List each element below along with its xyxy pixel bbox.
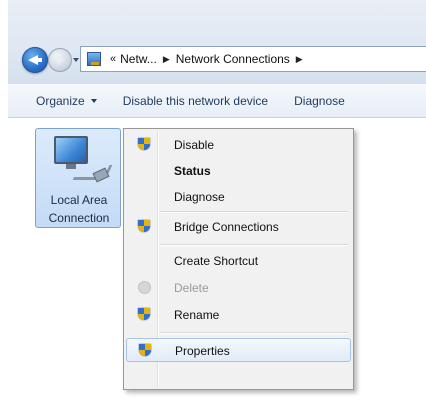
recent-pages-dropdown-icon[interactable]	[73, 58, 79, 62]
breadcrumb-network-connections[interactable]: Network Connections	[176, 52, 290, 66]
organize-button[interactable]: Organize	[36, 94, 97, 108]
menu-item-properties[interactable]: Properties	[126, 338, 351, 362]
uac-shield-icon	[138, 138, 151, 152]
explorer-window: « Netw... ▶ Network Connections ▶ Organi…	[8, 0, 426, 403]
uac-shield-icon	[139, 344, 152, 358]
menu-item-delete: Delete	[126, 276, 351, 300]
disable-device-label: Disable this network device	[122, 94, 269, 108]
menu-separator	[160, 211, 348, 213]
menu-separator	[160, 332, 348, 334]
disable-device-button[interactable]: Disable this network device	[123, 94, 268, 108]
chevron-down-icon	[90, 99, 97, 103]
breadcrumb-separator-icon[interactable]: ▶	[163, 54, 170, 65]
uac-shield-icon	[138, 220, 151, 234]
network-connections-icon	[87, 52, 101, 66]
back-arrow-icon[interactable]	[22, 47, 48, 73]
menu-item-create-shortcut[interactable]: Create Shortcut	[126, 249, 351, 273]
menu-item-disable[interactable]: Disable	[126, 133, 351, 157]
menu-item-diagnose[interactable]: Diagnose	[126, 185, 351, 209]
menu-item-rename[interactable]: Rename	[126, 303, 351, 327]
uac-shield-icon	[138, 281, 151, 294]
uac-shield-icon	[138, 308, 151, 322]
organize-label: Organize	[36, 94, 85, 108]
context-menu: Disable Status Diagnose Bridge Connectio…	[123, 128, 354, 390]
menu-item-bridge-connections[interactable]: Bridge Connections	[126, 215, 351, 239]
menu-item-status[interactable]: Status	[126, 159, 351, 183]
breadcrumb-separator-icon[interactable]: ▶	[296, 54, 303, 65]
address-bar[interactable]: « Netw... ▶ Network Connections ▶	[80, 46, 426, 72]
menu-separator	[160, 244, 348, 246]
diagnose-label: Diagnose	[294, 94, 345, 108]
local-area-connection-item[interactable]: Local Area Connection	[35, 128, 121, 228]
address-overflow[interactable]: «	[110, 53, 116, 65]
navigation-bar: « Netw... ▶ Network Connections ▶	[8, 0, 426, 84]
diagnose-button[interactable]: Diagnose	[294, 94, 345, 108]
command-bar: Organize Disable this network device Dia…	[8, 84, 426, 118]
connection-name: Local Area Connection	[48, 193, 110, 225]
forward-arrow-icon[interactable]	[48, 48, 72, 72]
breadcrumb-network[interactable]: Netw...	[120, 52, 157, 66]
network-adapter-icon	[54, 136, 88, 164]
